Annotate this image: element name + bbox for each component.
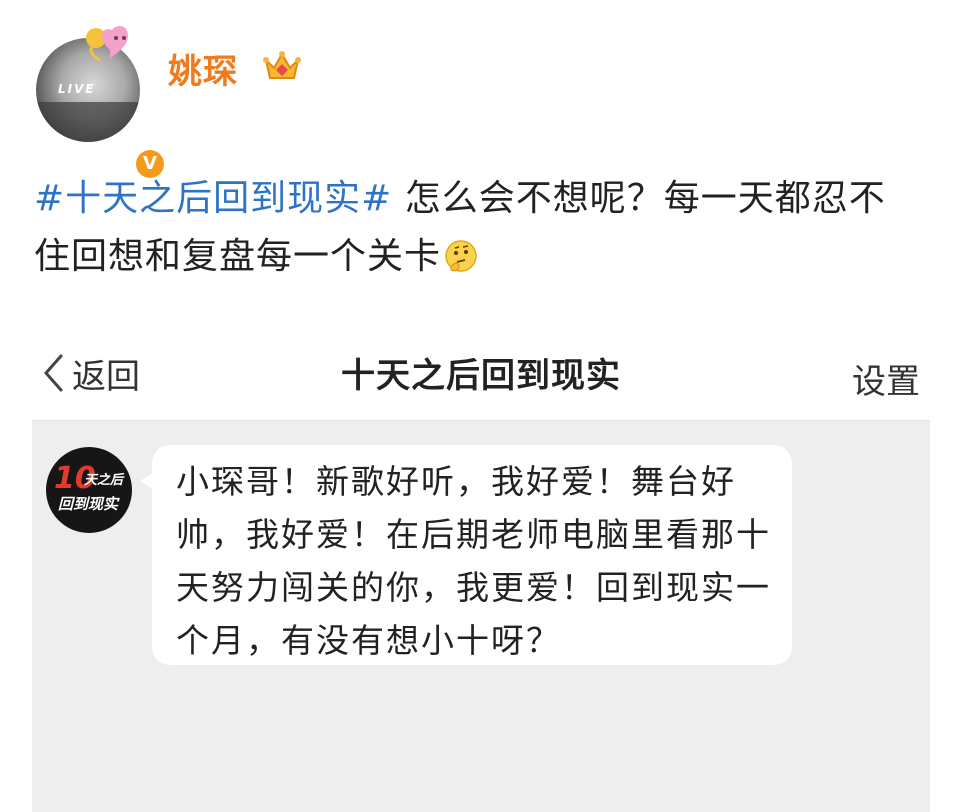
sender-avatar[interactable]: 10 天之后 回到现实 — [46, 447, 132, 533]
chat-title: 十天之后回到现实 — [341, 356, 621, 396]
avatar-logo-mark: LIVE — [58, 82, 96, 96]
message-bubble[interactable]: 小琛哥！新歌好听，我好爱！舞台好帅，我好爱！在后期老师电脑里看那十天努力闯关的你… — [140, 445, 792, 665]
author-username[interactable]: 姚琛 — [168, 44, 238, 93]
post-header: LIVE V 姚琛 — [0, 0, 960, 182]
hashtag-link[interactable]: #十天之后回到现实# — [34, 178, 392, 219]
embedded-chat-screenshot: 返回 十天之后回到现实 设置 10 天之后 回到现实 小琛哥！新歌好听，我好爱！… — [32, 326, 930, 812]
chat-area: 10 天之后 回到现实 小琛哥！新歌好听，我好爱！舞台好帅，我好爱！在后期老师电… — [32, 421, 930, 812]
heart-pendant-icon — [86, 26, 128, 62]
crown-icon — [263, 51, 301, 79]
thinking-face-emoji-icon — [445, 240, 477, 272]
sender-avatar-line1: 天之后 — [84, 473, 124, 488]
avatar-stage-floor — [36, 102, 140, 142]
settings-button[interactable]: 设置 — [852, 354, 920, 403]
chat-navbar: 返回 十天之后回到现实 设置 — [32, 326, 930, 421]
bubble-tail — [140, 471, 156, 491]
post-body: #十天之后回到现实# 怎么会不想呢？每一天都忍不住回想和复盘每一个关卡 — [34, 170, 914, 286]
sender-avatar-line2: 回到现实 — [58, 495, 119, 513]
message-text: 小琛哥！新歌好听，我好爱！舞台好帅，我好爱！在后期老师电脑里看那十天努力闯关的你… — [176, 462, 771, 660]
